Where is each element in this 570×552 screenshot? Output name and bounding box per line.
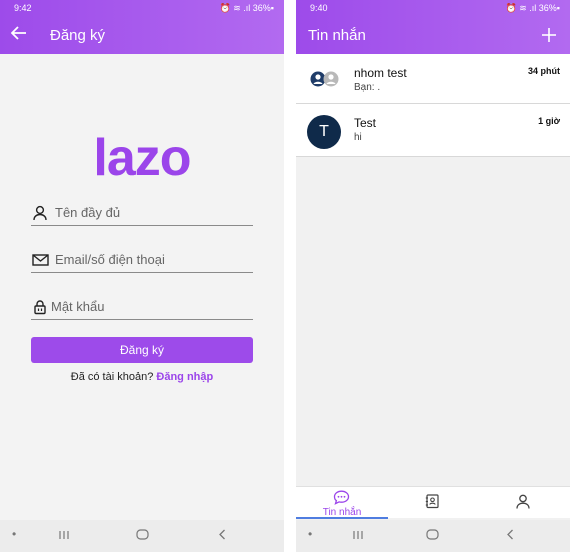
status-indicators: ⏰ ≋ .ıl 36%▪ — [219, 3, 274, 13]
status-bar: 9:42 ⏰ ≋ .ıl 36%▪ — [0, 3, 284, 15]
conversation-time: 34 phút — [527, 66, 560, 76]
conversation-preview: Bạn: . — [354, 82, 381, 93]
person-icon — [33, 205, 47, 221]
page-title: Đăng ký — [50, 27, 106, 44]
tab-contacts[interactable] — [388, 487, 480, 519]
system-nav-bar: • — [0, 520, 284, 552]
back-nav-icon[interactable] — [506, 529, 514, 543]
conversation-name: Test — [354, 116, 377, 130]
tab-profile[interactable] — [478, 487, 570, 519]
login-link[interactable]: Đăng nhập — [156, 371, 213, 383]
password-input[interactable] — [51, 295, 247, 317]
status-time: 9:42 — [14, 3, 32, 13]
status-bar: 9:40 ⏰ ≋ .ıl 36%▪ — [296, 3, 570, 15]
contacts-book-icon — [425, 494, 440, 514]
email-input[interactable] — [55, 248, 251, 270]
lock-icon — [34, 300, 46, 315]
user-icon — [516, 494, 530, 514]
mail-icon — [32, 254, 49, 266]
status-indicators: ⏰ ≋ .ıl 36%▪ — [505, 3, 560, 13]
register-button[interactable]: Đăng ký — [31, 337, 253, 363]
system-nav-bar: • — [296, 520, 570, 552]
arrow-left-icon[interactable] — [10, 26, 27, 45]
recent-apps-icon[interactable] — [352, 529, 364, 543]
login-prompt-line: Đã có tài khoản? Đăng nhập — [0, 371, 284, 383]
app-logo: lazo — [93, 129, 191, 187]
messages-screen: 9:40 ⏰ ≋ .ıl 36%▪ Tin nhắn nhom test Bạn… — [296, 0, 570, 552]
recent-apps-icon[interactable] — [58, 529, 70, 543]
conversation-preview: hi — [354, 132, 362, 143]
tab-label: Tin nhắn — [322, 507, 362, 518]
register-screen: 9:42 ⏰ ≋ .ıl 36%▪ Đăng ký lazo Đăng k — [0, 0, 284, 552]
back-nav-icon[interactable] — [218, 529, 226, 543]
messages-header: 9:40 ⏰ ≋ .ıl 36%▪ Tin nhắn — [296, 0, 570, 54]
bottom-tab-bar: Tin nhắn — [296, 486, 570, 519]
tab-messages[interactable]: Tin nhắn — [296, 487, 388, 519]
group-avatar-icon — [310, 71, 340, 92]
register-header: 9:42 ⏰ ≋ .ıl 36%▪ Đăng ký — [0, 0, 284, 54]
fullname-input[interactable] — [55, 201, 251, 223]
plus-icon[interactable] — [542, 22, 556, 48]
conversation-item[interactable]: T Test hi 1 giờ — [296, 104, 570, 156]
fullname-field[interactable] — [31, 200, 253, 226]
nav-dot-icon: • — [308, 527, 313, 541]
status-time: 9:40 — [310, 3, 328, 13]
email-field[interactable] — [31, 247, 253, 273]
login-prompt-text: Đã có tài khoản? — [70, 371, 154, 383]
home-icon[interactable] — [136, 529, 149, 543]
page-title: Tin nhắn — [308, 27, 366, 44]
conversation-name: nhom test — [354, 66, 407, 80]
conversation-time: 1 giờ — [538, 116, 560, 126]
divider — [296, 156, 570, 157]
nav-dot-icon: • — [12, 527, 17, 541]
avatar: T — [307, 115, 341, 149]
password-field[interactable] — [31, 294, 253, 320]
home-icon[interactable] — [426, 529, 439, 543]
conversation-item[interactable]: nhom test Bạn: . 34 phút — [296, 54, 570, 106]
